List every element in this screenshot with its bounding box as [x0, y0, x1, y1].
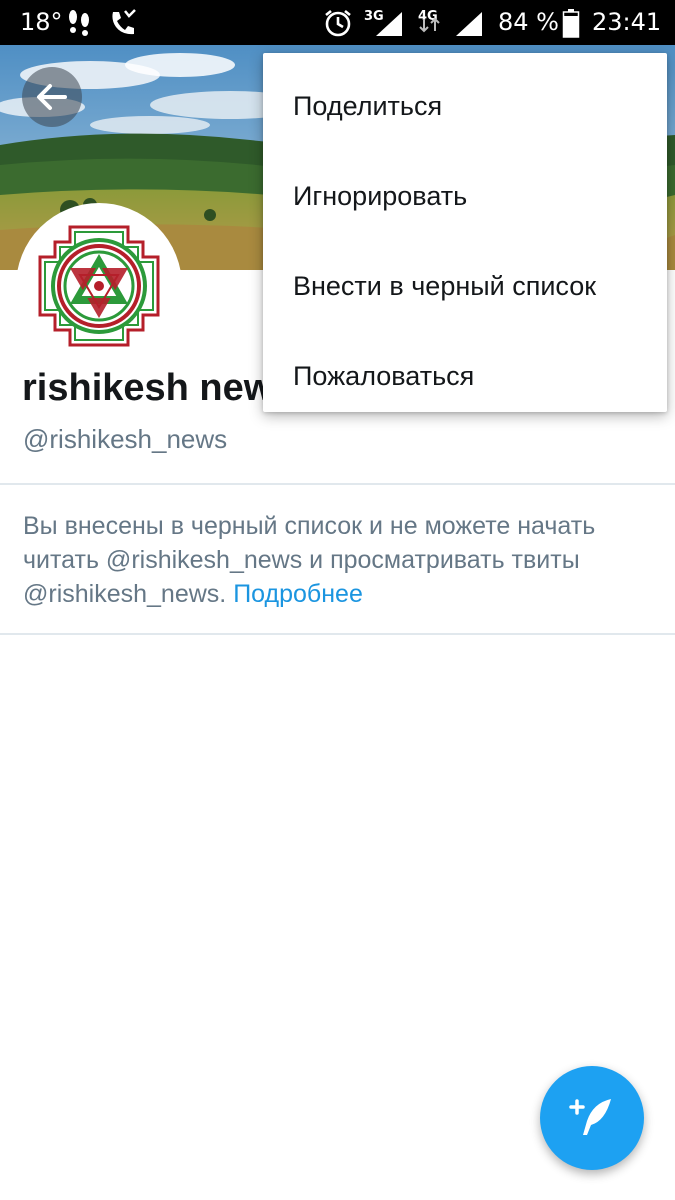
blocked-notice: Вы внесены в черный список и не можете н… — [23, 509, 653, 611]
arrow-left-icon — [37, 84, 67, 110]
overflow-menu: Поделиться Игнорировать Внести в черный … — [263, 53, 667, 412]
back-button[interactable] — [22, 67, 82, 127]
battery-percent: 84 % — [498, 8, 559, 36]
missed-call-icon — [107, 0, 139, 45]
signal-4g-icon — [452, 0, 484, 45]
learn-more-link[interactable]: Подробнее — [233, 580, 363, 608]
battery-icon — [562, 0, 580, 45]
alarm-icon — [323, 0, 353, 45]
temperature: 18° — [20, 8, 63, 36]
profile-name: rishikesh news — [22, 367, 295, 409]
menu-item-share[interactable]: Поделиться — [263, 61, 667, 151]
profile-handle: @rishikesh_news — [23, 424, 228, 454]
compose-tweet-button[interactable] — [540, 1066, 644, 1170]
clock: 23:41 — [592, 8, 662, 36]
menu-item-mute[interactable]: Игнорировать — [263, 151, 667, 241]
divider — [0, 483, 675, 485]
footsteps-icon — [64, 0, 94, 45]
avatar[interactable] — [16, 203, 182, 369]
data-arrows-icon — [418, 14, 442, 36]
signal-3g-icon — [372, 0, 404, 45]
menu-item-report[interactable]: Пожаловаться — [263, 331, 667, 421]
compose-tweet-icon — [569, 1099, 611, 1135]
status-bar: 18° 3G 4G 84 % 23:41 — [0, 0, 675, 45]
divider — [0, 633, 675, 635]
menu-item-block[interactable]: Внести в черный список — [263, 241, 667, 331]
